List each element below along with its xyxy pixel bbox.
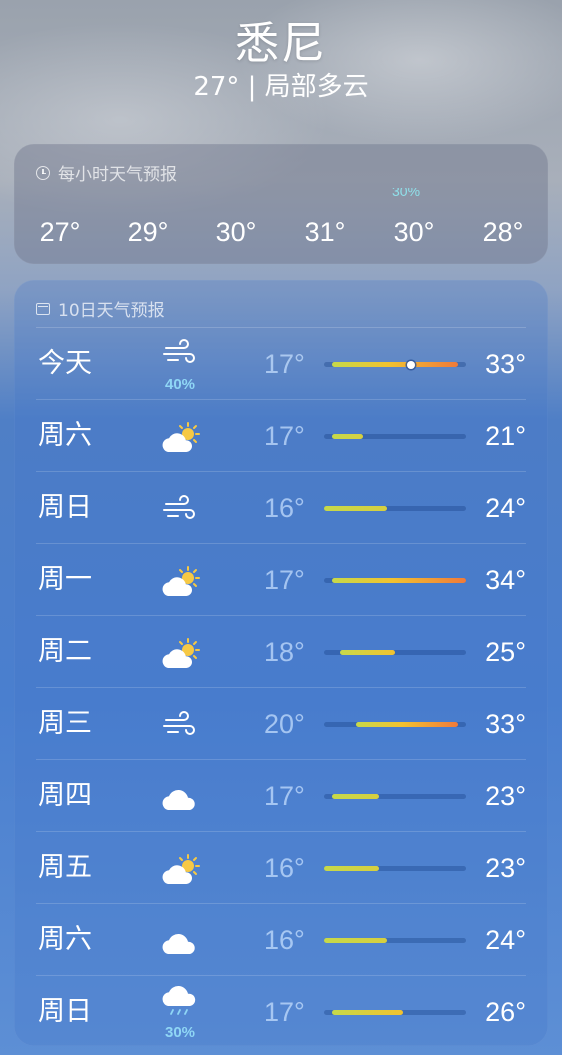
high-temp: 23° bbox=[485, 781, 526, 811]
temp-range-bar bbox=[339, 650, 395, 655]
forecast-day-row[interactable]: 周四 17° 23° bbox=[14, 760, 548, 832]
wind-icon bbox=[154, 688, 206, 760]
day-label: 今天 bbox=[38, 348, 92, 379]
hourly-temp: 29° bbox=[127, 217, 169, 247]
forecast-day-row[interactable]: 周日 30% 17° 26° bbox=[14, 976, 548, 1048]
forecast-day-row[interactable]: 今天 40% 17° 33° bbox=[14, 328, 548, 400]
low-temp: 17° bbox=[264, 781, 305, 811]
low-temp: 16° bbox=[264, 493, 305, 523]
forecast-day-row[interactable]: 周一 17° 34° bbox=[14, 544, 548, 616]
cloud-icon bbox=[154, 904, 206, 976]
temp-range-track bbox=[324, 506, 466, 511]
low-temp: 17° bbox=[264, 349, 305, 379]
temp-range-bar bbox=[355, 722, 459, 727]
temp-range-track bbox=[324, 722, 466, 727]
temp-range-track bbox=[324, 866, 466, 871]
high-temp: 24° bbox=[485, 925, 526, 955]
high-temp: 33° bbox=[485, 709, 526, 739]
partly-sunny-icon bbox=[154, 400, 206, 472]
low-temp: 17° bbox=[264, 997, 305, 1027]
location-header: 悉尼 27° | 局部多云 bbox=[0, 18, 562, 104]
day-label: 周五 bbox=[38, 852, 92, 883]
high-temp: 25° bbox=[485, 637, 526, 667]
low-temp: 17° bbox=[264, 565, 305, 595]
hourly-forecast-header: 每小时天气预报 bbox=[36, 160, 177, 185]
temp-range-track bbox=[324, 1010, 466, 1015]
hourly-forecast-title: 每小时天气预报 bbox=[58, 165, 177, 185]
high-temp: 23° bbox=[485, 853, 526, 883]
high-temp: 33° bbox=[485, 349, 526, 379]
temp-range-bar bbox=[331, 794, 380, 799]
low-temp: 16° bbox=[264, 853, 305, 883]
forecast-day-row[interactable]: 周三 20° 33° bbox=[14, 688, 548, 760]
high-temp: 26° bbox=[485, 997, 526, 1027]
forecast-day-row[interactable]: 周六 17° 21° bbox=[14, 400, 548, 472]
day-label: 周三 bbox=[38, 708, 92, 739]
partly-sunny-icon bbox=[154, 616, 206, 688]
temp-range-track bbox=[324, 650, 466, 655]
wind-icon bbox=[154, 472, 206, 544]
calendar-icon bbox=[36, 302, 50, 315]
day-label: 周日 bbox=[38, 996, 92, 1027]
ten-day-forecast-card[interactable]: 10日天气预报 今天 40% 17° 33° 周六 17° 21° 周日 16° 24° 周一 17°… bbox=[14, 280, 548, 1046]
low-temp: 17° bbox=[264, 421, 305, 451]
temp-range-bar bbox=[324, 866, 380, 871]
rain-cloud-icon: 30% bbox=[154, 976, 206, 1048]
hourly-temp: 31° bbox=[304, 217, 346, 247]
current-temp-marker bbox=[406, 360, 415, 369]
hourly-temp: 30° bbox=[215, 217, 257, 247]
ten-day-forecast-header: 10日天气预报 bbox=[36, 296, 165, 321]
temp-range-bar bbox=[331, 578, 466, 583]
temp-range-bar bbox=[331, 1010, 403, 1015]
partly-sunny-icon bbox=[154, 832, 206, 904]
day-label: 周六 bbox=[38, 420, 92, 451]
low-temp: 18° bbox=[264, 637, 305, 667]
low-temp: 16° bbox=[264, 925, 305, 955]
current-summary: 27° | 局部多云 bbox=[193, 72, 369, 102]
ten-day-forecast-title: 10日天气预报 bbox=[58, 301, 165, 321]
forecast-day-row[interactable]: 周日 16° 24° bbox=[14, 472, 548, 544]
wind-icon: 40% bbox=[154, 328, 206, 400]
temp-range-track bbox=[324, 434, 466, 439]
temp-range-bar bbox=[331, 434, 364, 439]
temp-range-bar bbox=[331, 362, 459, 367]
low-temp: 20° bbox=[264, 709, 305, 739]
forecast-day-row[interactable]: 周五 16° 23° bbox=[14, 832, 548, 904]
cloud-icon bbox=[154, 760, 206, 832]
city-name: 悉尼 bbox=[235, 18, 327, 69]
temp-range-bar bbox=[324, 506, 388, 511]
hourly-temp: 27° bbox=[39, 217, 81, 247]
temp-range-bar bbox=[324, 938, 388, 943]
hourly-temp: 30° bbox=[393, 217, 435, 247]
temp-range-track bbox=[324, 938, 466, 943]
temp-range-track bbox=[324, 360, 466, 369]
clock-icon bbox=[36, 165, 50, 180]
hourly-temp: 28° bbox=[482, 217, 524, 247]
temp-range-track bbox=[324, 794, 466, 799]
high-temp: 34° bbox=[485, 565, 526, 595]
partly-sunny-icon bbox=[154, 544, 206, 616]
temp-range-track bbox=[324, 578, 466, 583]
day-label: 周六 bbox=[38, 924, 92, 955]
precip-chance: 40% bbox=[164, 376, 196, 393]
hourly-precip-partial: 30% bbox=[392, 188, 421, 197]
day-label: 周一 bbox=[38, 564, 92, 595]
high-temp: 24° bbox=[485, 493, 526, 523]
forecast-day-row[interactable]: 周六 16° 24° bbox=[14, 904, 548, 976]
hourly-forecast-card[interactable]: 每小时天气预报 27° 29° 30° 31° 30° 28° bbox=[14, 144, 548, 264]
high-temp: 21° bbox=[485, 421, 526, 451]
day-label: 周二 bbox=[38, 636, 92, 667]
day-label: 周四 bbox=[38, 780, 92, 811]
precip-chance: 30% bbox=[164, 1024, 196, 1041]
day-label: 周日 bbox=[38, 492, 92, 523]
forecast-day-row[interactable]: 周二 18° 25° bbox=[14, 616, 548, 688]
